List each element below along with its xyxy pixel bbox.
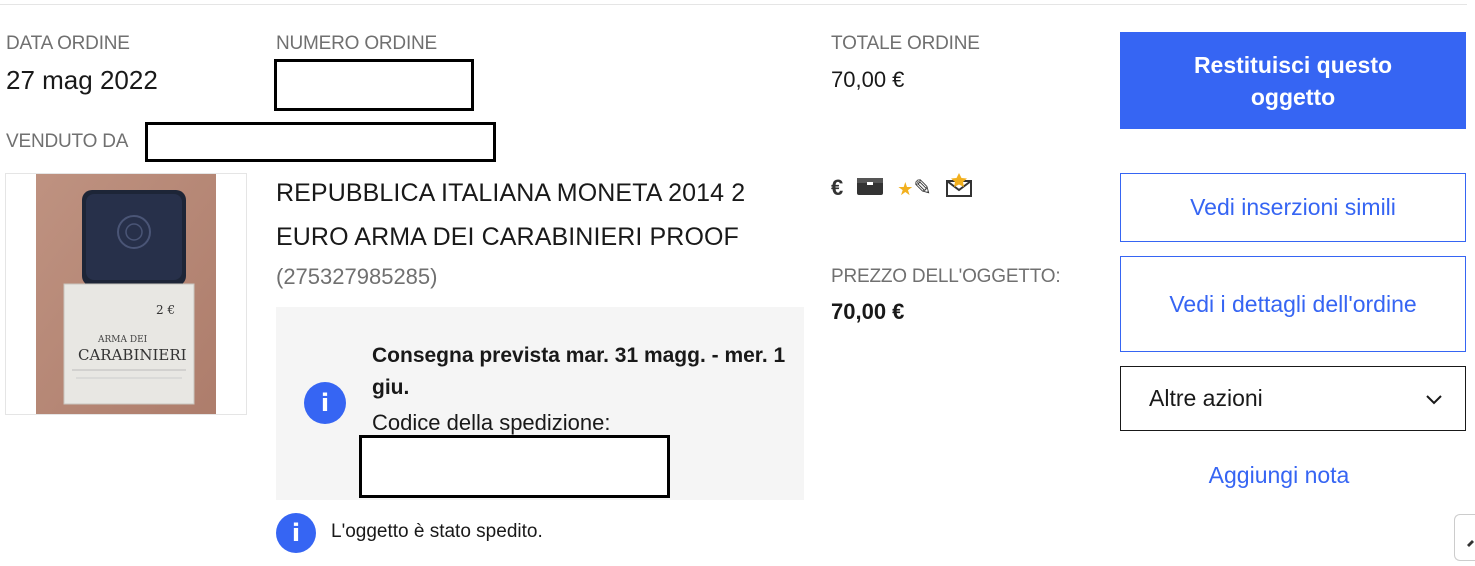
item-number: (275327985285) <box>276 264 438 289</box>
order-total-value: 70,00 € <box>831 67 905 92</box>
order-number-redacted <box>274 59 474 111</box>
shipped-status-text: L'oggetto è stato spedito. <box>331 521 543 542</box>
sold-by-label: VENDUTO DA <box>6 131 129 152</box>
info-icon: i <box>276 513 316 553</box>
euro-icon: € <box>831 175 844 200</box>
image-text-top: 2 € <box>156 303 175 317</box>
add-note-link[interactable]: Aggiungi nota <box>1120 462 1438 489</box>
view-similar-label: Vedi inserzioni simili <box>1190 194 1396 220</box>
order-status-icons: € ★✎ <box>831 173 973 203</box>
image-text-mid: ARMA DEI <box>97 335 148 345</box>
order-date-value: 27 mag 2022 <box>6 65 158 95</box>
tracking-code-redacted <box>359 435 670 498</box>
top-divider <box>0 4 1467 5</box>
tracking-code-label: Codice della spedizione: <box>372 410 611 435</box>
more-actions-dropdown[interactable]: Altre azioni <box>1120 366 1466 431</box>
pen-icon: ✎ <box>913 175 932 200</box>
order-total-label: TOTALE ORDINE <box>831 33 980 54</box>
item-image-frame[interactable]: 2 € ARMA DEI CARABINIERI <box>5 173 247 415</box>
package-icon <box>856 174 884 202</box>
view-similar-button[interactable]: Vedi inserzioni simili <box>1120 173 1466 242</box>
more-actions-label: Altre azioni <box>1149 385 1263 411</box>
feedback-widget-tab[interactable] <box>1454 514 1475 561</box>
message-icon <box>945 173 973 203</box>
info-icon: i <box>304 382 346 424</box>
seller-name-redacted <box>145 122 496 162</box>
return-item-label: Restituisci questo oggetto <box>1193 51 1393 110</box>
star-icon: ★ <box>897 179 914 199</box>
view-order-details-label: Vedi i dettagli dell'ordine <box>1169 290 1417 317</box>
delivery-estimate: Consegna prevista mar. 31 magg. - mer. 1… <box>372 344 786 399</box>
item-price-label: PREZZO DELL'OGGETTO: <box>831 266 1061 287</box>
feedback-star-icon: ★✎ <box>897 175 932 201</box>
chevron-down-icon <box>1425 385 1443 412</box>
return-item-button[interactable]: Restituisci questo oggetto <box>1120 32 1466 129</box>
item-title-link[interactable]: REPUBBLICA ITALIANA MONETA 2014 2 EURO A… <box>276 171 806 259</box>
order-date-label: DATA ORDINE <box>6 33 130 54</box>
image-text-main: CARABINIERI <box>78 346 187 364</box>
order-number-label: NUMERO ORDINE <box>276 33 438 54</box>
item-image: 2 € ARMA DEI CARABINIERI <box>6 174 246 414</box>
item-price-value: 70,00 € <box>831 299 905 324</box>
view-order-details-button[interactable]: Vedi i dettagli dell'ordine <box>1120 256 1466 352</box>
